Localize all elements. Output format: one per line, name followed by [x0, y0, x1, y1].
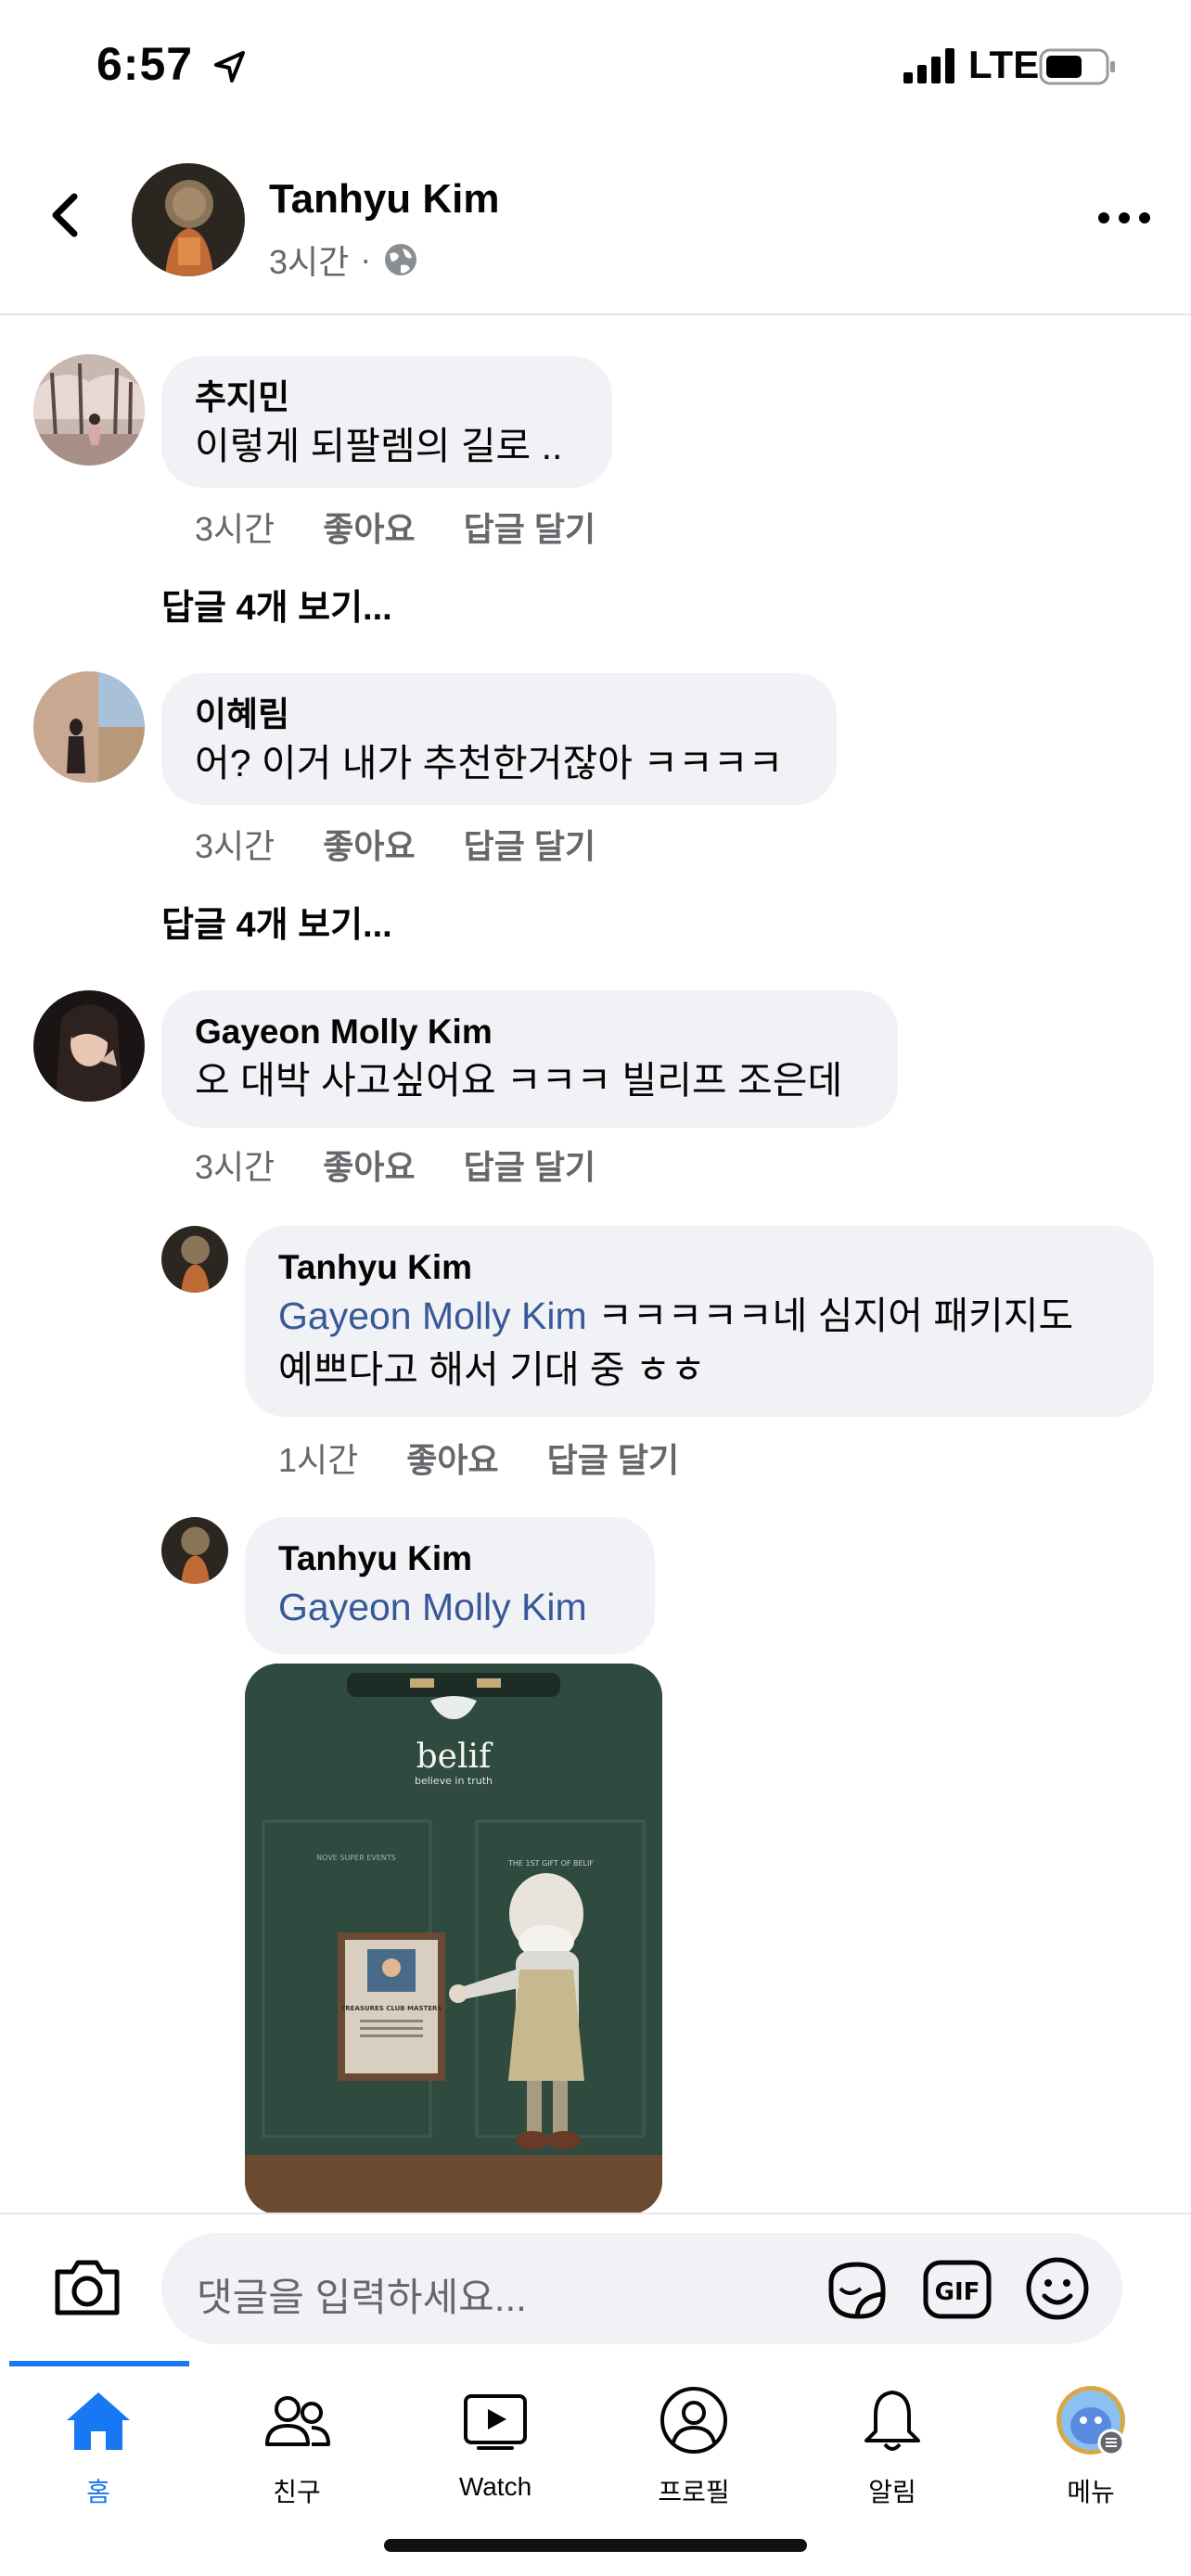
comment-text: 이렇게 되팔렘의 길로 ..: [195, 425, 563, 467]
tab-watch[interactable]: Watch: [403, 2383, 588, 2513]
camera-icon[interactable]: [52, 2255, 122, 2318]
tab-label: 프로필: [658, 2478, 730, 2506]
view-replies-link[interactable]: 답글 4개 보기...: [161, 579, 392, 630]
reply-button[interactable]: 답글 달기: [547, 1434, 679, 1482]
watch-icon: [464, 2394, 527, 2450]
sticker-icon[interactable]: [822, 2255, 892, 2326]
gif-icon[interactable]: GIF: [922, 2257, 992, 2322]
comment-bubble[interactable]: Gayeon Molly Kim 오 대박 사고싶어요 ㅋㅋㅋ 빌리프 조은데: [161, 990, 898, 1128]
reply-bubble[interactable]: Tanhyu Kim Gayeon Molly Kim: [245, 1517, 655, 1654]
tab-label: 친구: [273, 2478, 321, 2506]
bell-icon: [864, 2391, 920, 2451]
emoji-icon[interactable]: [1024, 2255, 1091, 2322]
comment-author[interactable]: Gayeon Molly Kim: [195, 1011, 864, 1053]
comment-time: 3시간: [195, 510, 275, 548]
reply-button[interactable]: 답글 달기: [464, 503, 596, 551]
network-type: LTE: [968, 43, 1040, 86]
status-time: 6:57: [96, 38, 194, 90]
menu-avatar-icon: [1057, 2386, 1125, 2456]
reply-time: 1시간: [278, 1441, 359, 1479]
reply-button[interactable]: 답글 달기: [464, 820, 596, 868]
reply-actions: 1시간 좋아요 답글 달기: [278, 1434, 679, 1482]
reply-author-avatar[interactable]: [161, 1517, 228, 1584]
post-header: Tanhyu Kim 3시간 ·: [0, 139, 1191, 315]
photo-text-left: NOVE SUPER EVENTS: [316, 1854, 396, 1862]
tab-label: 알림: [868, 2478, 916, 2506]
status-bar: 6:57 LTE: [0, 0, 1191, 139]
reply-author[interactable]: Tanhyu Kim: [278, 1246, 1121, 1289]
comment-actions: 3시간 좋아요 답글 달기: [195, 1141, 596, 1189]
comment-time: 3시간: [195, 1148, 275, 1186]
like-button[interactable]: 좋아요: [323, 820, 415, 868]
comment-author[interactable]: 추지민: [195, 376, 579, 419]
home-icon: [67, 2392, 130, 2450]
more-options-icon[interactable]: [1095, 204, 1154, 232]
tab-label: Watch: [458, 2472, 532, 2501]
comment-input-placeholder: 댓글을 입력하세요...: [197, 2276, 527, 2319]
photo-tagline: believe in truth: [415, 1775, 493, 1787]
active-tab-indicator: [9, 2361, 189, 2366]
back-chevron-icon[interactable]: [41, 187, 87, 243]
like-button[interactable]: 좋아요: [323, 503, 415, 551]
reply-text-line1: ㅋㅋㅋㅋㅋ네 심지어 패키지도: [586, 1294, 1074, 1337]
comment-bubble[interactable]: 추지민 이렇게 되팔렘의 길로 ..: [161, 356, 612, 488]
tab-label: 메뉴: [1067, 2478, 1115, 2506]
reply-button[interactable]: 답글 달기: [464, 1141, 596, 1189]
view-replies-link[interactable]: 답글 4개 보기...: [161, 896, 392, 947]
photo-text-right: THE 1ST GIFT OF BELIF: [507, 1859, 594, 1868]
like-button[interactable]: 좋아요: [323, 1141, 415, 1189]
reply-text: Gayeon Molly Kim ㅋㅋㅋㅋㅋ네 심지어 패키지도: [278, 1289, 1121, 1343]
like-button[interactable]: 좋아요: [406, 1434, 498, 1482]
tab-notifications[interactable]: 알림: [800, 2383, 985, 2513]
author-name[interactable]: Tanhyu Kim: [269, 176, 500, 223]
reply-text-line2: 예쁘다고 해서 기대 중 ㅎㅎ: [278, 1348, 706, 1391]
cellular-signal-icon: [903, 48, 954, 83]
commenter-avatar[interactable]: [33, 671, 145, 783]
tab-friends[interactable]: 친구: [204, 2383, 390, 2513]
tab-profile[interactable]: 프로필: [601, 2383, 787, 2513]
comment-actions: 3시간 좋아요 답글 달기: [195, 503, 596, 551]
reply-bubble[interactable]: Tanhyu Kim Gayeon Molly Kim ㅋㅋㅋㅋㅋ네 심지어 패…: [245, 1226, 1154, 1417]
profile-icon: [660, 2387, 727, 2454]
post-time: 3시간: [269, 243, 350, 281]
author-avatar[interactable]: [132, 163, 245, 276]
tab-menu[interactable]: 메뉴: [998, 2383, 1184, 2513]
battery-icon: [1039, 48, 1115, 85]
comment-input[interactable]: 댓글을 입력하세요... GIF: [161, 2233, 1122, 2344]
photo-frame-text: TREASURES CLUB MASTERS: [341, 2005, 442, 2012]
mention-link[interactable]: Gayeon Molly Kim: [278, 1586, 587, 1628]
friends-icon: [265, 2396, 330, 2446]
reply-author[interactable]: Tanhyu Kim: [278, 1537, 621, 1580]
location-arrow-icon: [214, 51, 245, 83]
comment-author[interactable]: 이혜림: [195, 694, 803, 736]
tab-home[interactable]: 홈: [6, 2383, 191, 2513]
comment-time: 3시간: [195, 827, 275, 865]
comment-text: 어? 이거 내가 추천한거잖아 ㅋㅋㅋㅋ: [195, 742, 784, 784]
comment-bubble[interactable]: 이혜림 어? 이거 내가 추천한거잖아 ㅋㅋㅋㅋ: [161, 673, 837, 805]
svg-text:GIF: GIF: [935, 2278, 980, 2306]
tab-label: 홈: [86, 2478, 110, 2506]
comment-composer: 댓글을 입력하세요... GIF: [0, 2213, 1191, 2361]
reply-text: Gayeon Molly Kim: [278, 1580, 621, 1634]
mention-link[interactable]: Gayeon Molly Kim: [278, 1294, 587, 1337]
comment-text: 오 대박 사고싶어요 ㅋㅋㅋ 빌리프 조은데: [195, 1059, 843, 1102]
comment-actions: 3시간 좋아요 답글 달기: [195, 820, 596, 868]
globe-icon: [385, 244, 417, 275]
photo-brand: belif: [416, 1738, 493, 1776]
commenter-avatar[interactable]: [33, 990, 145, 1102]
home-indicator[interactable]: [384, 2539, 807, 2552]
post-meta: 3시간 ·: [269, 236, 419, 284]
commenter-avatar[interactable]: [33, 354, 145, 465]
attached-photo[interactable]: belif believe in truth NOVE SUPER EVENTS…: [245, 1664, 662, 2214]
reply-author-avatar[interactable]: [161, 1226, 228, 1293]
meta-separator: ·: [360, 240, 372, 278]
